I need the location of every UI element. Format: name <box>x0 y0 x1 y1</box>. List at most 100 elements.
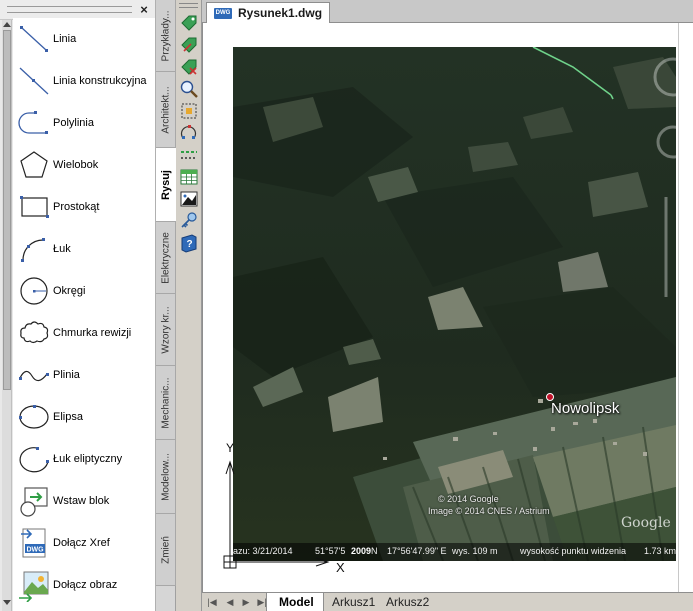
tool-attach-xref[interactable]: DWG Dołącz Xref <box>13 522 155 564</box>
ellipse-icon <box>19 405 49 429</box>
place-label: Nowolipsk <box>551 400 620 417</box>
tab-modelowanie[interactable]: Modelow... <box>156 440 176 514</box>
document-tab[interactable]: DWG Rysunek1.dwg <box>206 2 330 23</box>
eye-altitude-label: wysokość punktu widzenia <box>520 546 627 556</box>
tab-label: Mechanic... <box>160 376 171 429</box>
eye-altitude-value: 1.73 km <box>644 546 676 556</box>
tool-label: Dołącz Xref <box>53 537 110 549</box>
tag-arrow-icon[interactable] <box>179 35 199 55</box>
palette-tab-strip: Przykłady... Architekt... Rysuj Elektryc… <box>155 0 176 611</box>
palette-drag-grip[interactable] <box>7 6 132 13</box>
tool-revision-cloud[interactable]: Chmurka rewizji <box>13 312 155 354</box>
tool-circle[interactable]: Okręgi <box>13 270 155 312</box>
tag-x-icon[interactable] <box>179 57 199 77</box>
zoom-icon[interactable] <box>179 79 199 99</box>
vertical-toolbar: ? <box>176 0 202 611</box>
spline-icon <box>19 370 49 382</box>
tool-spline[interactable]: Plinia <box>13 354 155 396</box>
tab-label: Architekt... <box>160 85 171 134</box>
tool-label: Wstaw blok <box>53 495 110 507</box>
attach-image-icon <box>19 571 49 602</box>
tool-ellipse[interactable]: Elipsa <box>13 396 155 438</box>
tag-green-icon[interactable] <box>179 13 199 33</box>
latitude-dir: N <box>371 546 378 556</box>
dwg-file-icon: DWG <box>214 8 232 19</box>
tool-arc[interactable]: Łuk <box>13 228 155 270</box>
line-icon <box>20 26 48 52</box>
tab-arkusz1[interactable]: Arkusz1 <box>320 593 378 611</box>
tab-label: Modelow... <box>160 452 171 501</box>
tab-architektura[interactable]: Architekt... <box>156 72 176 148</box>
tool-label: Okręgi <box>53 285 86 297</box>
arc-icon <box>21 238 45 262</box>
image-icon[interactable] <box>179 189 199 209</box>
tab-label: Przykłady... <box>160 10 171 61</box>
insert-block-icon <box>20 487 48 517</box>
tool-rectangle[interactable]: Prostokąt <box>13 186 155 228</box>
dashed-line-icon[interactable] <box>179 145 199 165</box>
tool-attach-image[interactable]: Dołącz obraz <box>13 564 155 606</box>
map-copyright: © 2014 Google <box>438 494 499 504</box>
tab-arkusz2[interactable]: Arkusz2 <box>374 593 436 611</box>
tab-rysuj[interactable]: Rysuj <box>156 148 176 222</box>
attach-xref-icon: DWG <box>21 528 46 558</box>
key-icon[interactable] <box>179 211 199 231</box>
next-layout-icon[interactable]: ▶ <box>240 597 252 608</box>
google-logo: Google <box>621 515 671 531</box>
tool-label: Łuk <box>53 243 71 255</box>
tool-construction-line[interactable]: Linia konstrukcyjna <box>13 60 155 102</box>
tool-label: Linia <box>53 33 77 45</box>
tab-elektryczne[interactable]: Elektryczne <box>156 222 176 294</box>
tool-line[interactable]: Linia <box>13 18 155 60</box>
construction-line-icon <box>19 67 49 95</box>
tool-label: Chmurka rewizji <box>53 327 132 339</box>
tool-list: Linia Linia konstrukcyjna Polylinia Wiel… <box>13 18 155 611</box>
scroll-down-icon[interactable] <box>3 600 11 605</box>
tab-model[interactable]: Model <box>266 593 324 611</box>
elevation: wys. 109 m <box>452 546 498 556</box>
tab-mechanika[interactable]: Mechanic... <box>156 366 176 440</box>
revision-cloud-icon <box>20 321 49 344</box>
help-book-icon[interactable]: ? <box>179 233 199 253</box>
tab-zmien[interactable]: Zmień <box>156 514 176 586</box>
tab-label: Wzory kr... <box>160 305 171 354</box>
ucs-y-label: Y <box>226 441 234 455</box>
tab-label: Zmień <box>160 535 171 564</box>
scroll-up-icon[interactable] <box>3 22 11 27</box>
canvas-right-edge <box>678 23 693 592</box>
tab-przyklady[interactable]: Przykłady... <box>156 0 176 72</box>
select-window-icon[interactable] <box>179 101 199 121</box>
tool-label: Dołącz obraz <box>53 579 118 591</box>
imagery-copyright: Image © 2014 CNES / Astrium <box>428 506 550 516</box>
tab-label: Elektryczne <box>160 231 171 284</box>
tool-insert-block[interactable]: Wstaw blok <box>13 480 155 522</box>
svg-text:DWG: DWG <box>26 547 44 554</box>
palette-scrollbar[interactable] <box>2 20 12 611</box>
polyline-icon <box>18 111 48 134</box>
tool-elliptical-arc[interactable]: Łuk eliptyczny <box>13 438 155 480</box>
tool-palette: × Linia Linia konstrukcyjna Polylinia Wi… <box>0 0 176 611</box>
elliptical-arc-icon <box>19 447 49 473</box>
prev-layout-icon[interactable]: ◀ <box>224 597 236 608</box>
tab-label: Rysuj <box>160 169 172 200</box>
tool-label: Elipsa <box>53 411 83 423</box>
scroll-thumb[interactable] <box>3 30 11 390</box>
imagery-year: 2009 <box>351 546 372 556</box>
palette-title-bar[interactable]: × <box>0 0 155 20</box>
toolbar-grip[interactable] <box>179 3 198 8</box>
tool-label: Prostokąt <box>53 201 100 213</box>
tool-polygon[interactable]: Wielobok <box>13 144 155 186</box>
close-icon[interactable]: × <box>138 3 150 17</box>
first-layout-icon[interactable]: |◀ <box>206 597 218 608</box>
tool-label: Plinia <box>53 369 80 381</box>
svg-text:?: ? <box>186 239 192 250</box>
rotate-nodes-icon[interactable] <box>179 123 199 143</box>
document-tab-bar: DWG Rysunek1.dwg <box>202 0 693 23</box>
tool-label: Łuk eliptyczny <box>53 453 123 465</box>
document-tab-title: Rysunek1.dwg <box>238 6 323 20</box>
tab-wzory[interactable]: Wzory kr... <box>156 294 176 366</box>
tool-polyline[interactable]: Polylinia <box>13 102 155 144</box>
ucs-icon: Y X <box>223 441 345 575</box>
layout-tab-bar: |◀ ◀ ▶ ▶| Model Arkusz1 Arkusz2 <box>202 592 693 611</box>
table-icon[interactable] <box>179 167 199 187</box>
